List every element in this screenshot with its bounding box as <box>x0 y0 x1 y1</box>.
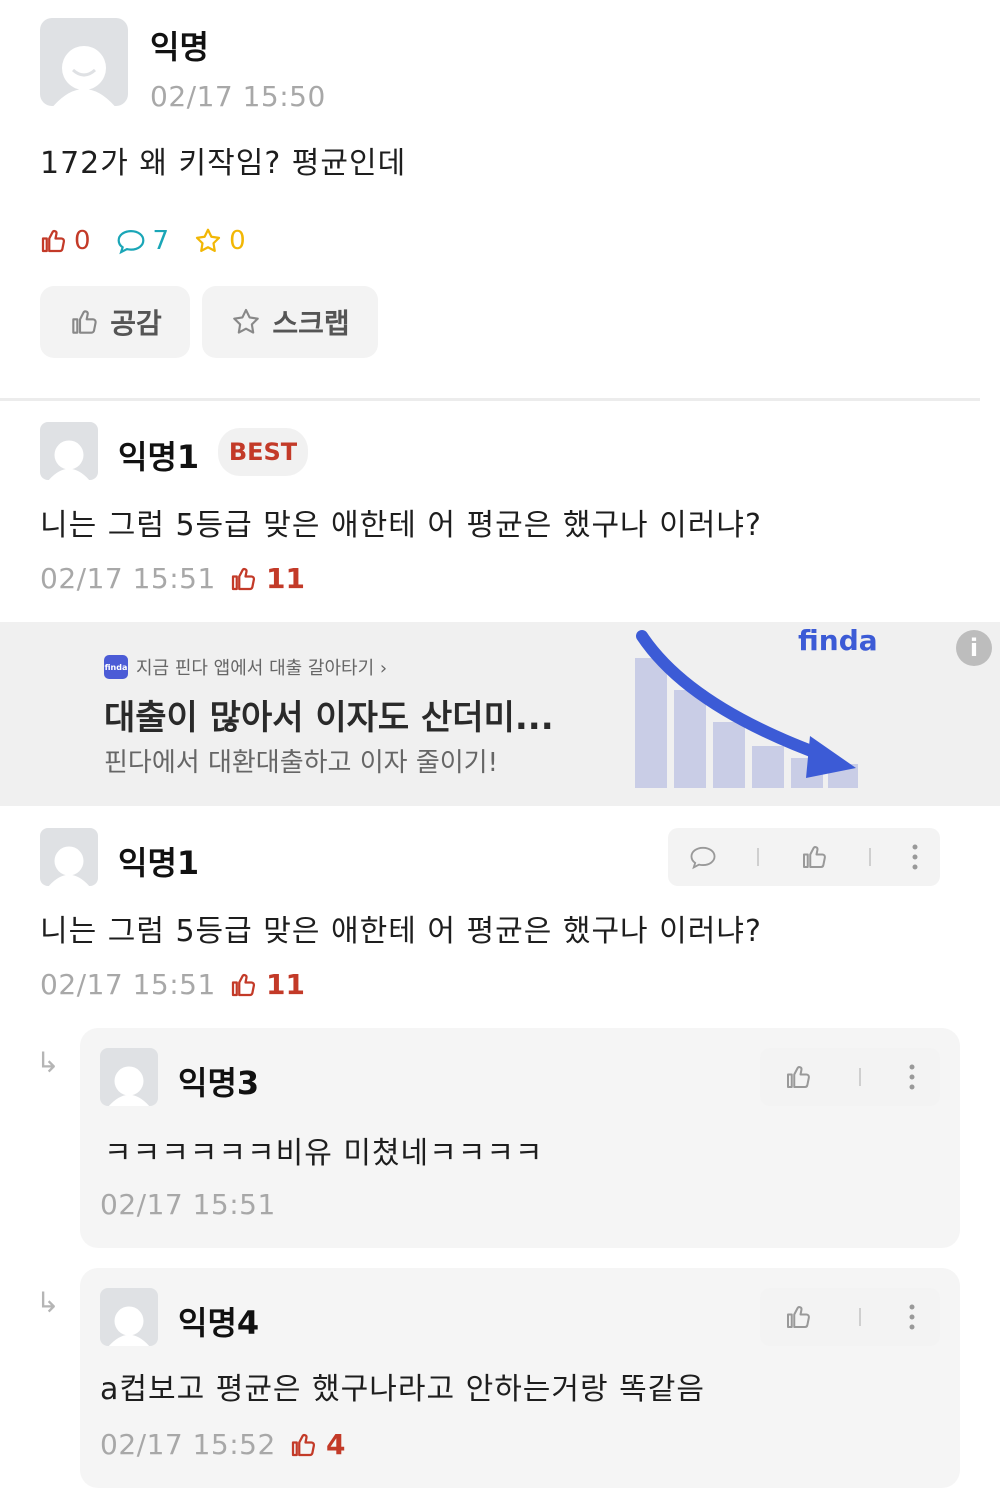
comment-icon <box>117 230 144 255</box>
best-comment-time: 02/17 15:51 <box>40 562 216 595</box>
reply-content: a컵보고 평균은 했구나라고 안하는거랑 똑같음 <box>100 1372 705 1407</box>
thumbs-up-icon <box>231 567 256 590</box>
reply-card: 익명3 ㅋㅋㅋㅋㅋㅋ비유 미쳤네ㅋㅋㅋㅋ 02/17 15:51 <box>80 1028 960 1248</box>
ad-title: 대출이 많아서 이자도 산더미... <box>104 698 554 738</box>
more-icon[interactable] <box>907 1302 917 1332</box>
ad-brand: finda <box>798 624 878 657</box>
reply-arrow-icon: ↳ <box>36 1046 60 1079</box>
reply-author: 익명4 <box>178 1304 260 1342</box>
reply-author: 익명3 <box>178 1064 260 1102</box>
best-comment-likes: 11 <box>228 562 305 595</box>
more-icon[interactable] <box>907 1062 917 1092</box>
post-like-count: 0 <box>38 226 91 256</box>
thumbs-up-icon <box>231 973 256 996</box>
comment-likes: 11 <box>228 968 305 1001</box>
section-divider <box>0 398 980 401</box>
reply-time: 02/17 15:52 <box>100 1428 276 1461</box>
post-comment-count: 7 <box>115 226 169 256</box>
ad-source: finda 지금 핀다 앱에서 대출 갈아타기 › <box>104 654 387 680</box>
thumbs-up-icon <box>72 310 97 334</box>
comment-avatar <box>40 828 98 886</box>
more-icon[interactable] <box>910 842 920 872</box>
post-avatar <box>40 18 128 106</box>
thumbs-up-icon[interactable] <box>783 1302 813 1332</box>
best-comment-author: 익명1 <box>118 438 200 476</box>
post-author: 익명 <box>150 28 209 66</box>
comment-time: 02/17 15:51 <box>40 968 216 1001</box>
reply-arrow-icon: ↳ <box>36 1286 60 1319</box>
post-counts: 0 7 0 <box>38 226 264 256</box>
toolbar-separator <box>859 1068 861 1086</box>
reply-toolbar <box>760 1288 940 1346</box>
star-icon <box>195 228 221 252</box>
thumbs-up-icon[interactable] <box>783 1062 813 1092</box>
thumbs-up-icon <box>41 230 66 253</box>
scrap-button[interactable]: 스크랩 <box>202 286 378 358</box>
reply-icon[interactable] <box>688 843 718 871</box>
reply-toolbar <box>760 1048 940 1106</box>
toolbar-separator <box>859 1308 861 1326</box>
toolbar-separator <box>868 848 871 866</box>
thumbs-up-icon <box>291 1433 316 1456</box>
reply-likes: 4 <box>288 1428 345 1461</box>
thumbs-up-icon[interactable] <box>799 842 829 872</box>
reply-card: 익명4 a컵보고 평균은 했구나라고 안하는거랑 똑같음 02/17 15:52… <box>80 1268 960 1488</box>
post-content: 172가 왜 키작임? 평균인데 <box>40 146 407 181</box>
ad-subtitle: 핀다에서 대환대출하고 이자 줄이기! <box>104 748 499 778</box>
best-comment-avatar <box>40 422 98 480</box>
like-button[interactable]: 공감 <box>40 286 190 358</box>
best-comment-content: 니는 그럼 5등급 맞은 애한테 어 평균은 했구나 이러냐? <box>40 508 762 543</box>
ad-banner[interactable]: finda 지금 핀다 앱에서 대출 갈아타기 › 대출이 많아서 이자도 산더… <box>0 622 1000 806</box>
reply-avatar <box>100 1048 158 1106</box>
comment-author: 익명1 <box>118 844 200 882</box>
reply-avatar <box>100 1288 158 1346</box>
reply-content: ㅋㅋㅋㅋㅋㅋ비유 미쳤네ㅋㅋㅋㅋ <box>104 1136 544 1171</box>
reply-time: 02/17 15:51 <box>100 1188 276 1221</box>
best-badge: BEST <box>218 428 308 476</box>
comment-toolbar <box>668 828 940 886</box>
star-icon <box>233 308 260 334</box>
post-time: 02/17 15:50 <box>150 80 326 113</box>
finda-logo-icon: finda <box>104 655 128 679</box>
toolbar-separator <box>757 848 760 866</box>
post-scrap-count: 0 <box>193 226 246 256</box>
comment-content: 니는 그럼 5등급 맞은 애한테 어 평균은 했구나 이러냐? <box>40 914 762 949</box>
info-icon[interactable]: i <box>956 630 992 666</box>
